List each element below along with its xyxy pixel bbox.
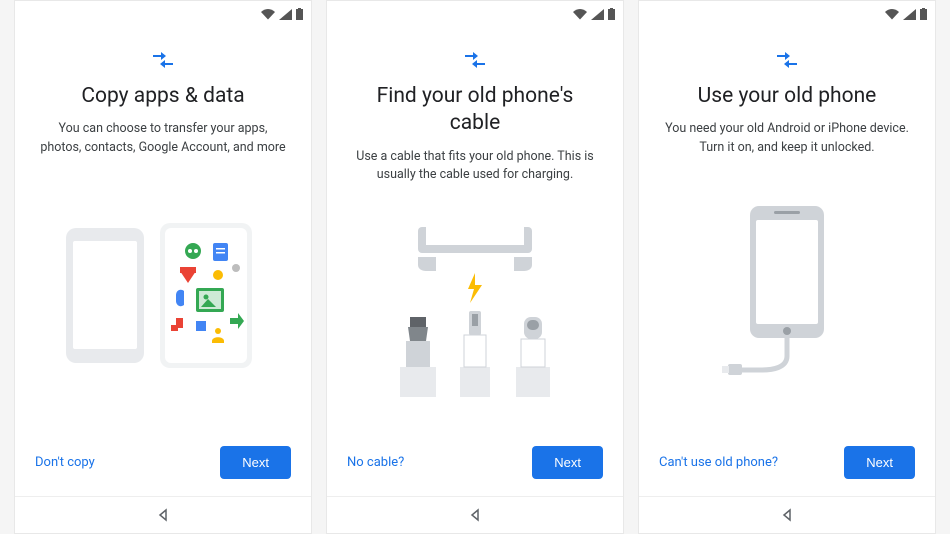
content-area: Copy apps & data You can choose to trans… [15, 23, 311, 429]
illustration-cables [351, 185, 599, 429]
cant-use-phone-link[interactable]: Can't use old phone? [659, 455, 778, 470]
footer-bar: No cable? Next [327, 429, 623, 497]
battery-icon [296, 8, 303, 20]
transfer-arrows-icon [463, 51, 487, 69]
next-button[interactable]: Next [220, 446, 291, 479]
signal-icon [279, 9, 292, 20]
back-nav-icon[interactable] [780, 508, 794, 522]
illustration-phones [39, 158, 287, 429]
signal-icon [903, 9, 916, 20]
footer-bar: Don't copy Next [15, 429, 311, 497]
content-area: Find your old phone's cable Use a cable … [327, 23, 623, 429]
screen-copy-apps: Copy apps & data You can choose to trans… [14, 0, 312, 534]
next-button[interactable]: Next [844, 446, 915, 479]
wifi-icon [261, 9, 275, 20]
back-nav-icon[interactable] [468, 508, 482, 522]
transfer-arrows-icon [151, 51, 175, 69]
nav-bar [327, 497, 623, 533]
page-title: Copy apps & data [81, 83, 244, 110]
footer-bar: Can't use old phone? Next [639, 429, 935, 497]
transfer-arrows-icon [775, 51, 799, 69]
nav-bar [15, 497, 311, 533]
status-bar [327, 1, 623, 23]
nav-bar [639, 497, 935, 533]
battery-icon [608, 8, 615, 20]
dont-copy-link[interactable]: Don't copy [35, 455, 95, 470]
screen-find-cable: Find your old phone's cable Use a cable … [326, 0, 624, 534]
wifi-icon [885, 9, 899, 20]
page-subtitle: Use a cable that fits your old phone. Th… [351, 148, 599, 186]
next-button[interactable]: Next [532, 446, 603, 479]
page-subtitle: You need your old Android or iPhone devi… [663, 120, 911, 158]
battery-icon [920, 8, 927, 20]
page-subtitle: You can choose to transfer your apps, ph… [39, 120, 287, 158]
screen-old-phone: Use your old phone You need your old And… [638, 0, 936, 534]
page-title: Use your old phone [698, 83, 877, 110]
signal-icon [591, 9, 604, 20]
content-area: Use your old phone You need your old And… [639, 23, 935, 429]
page-title: Find your old phone's cable [351, 83, 599, 138]
no-cable-link[interactable]: No cable? [347, 455, 404, 470]
wifi-icon [573, 9, 587, 20]
status-bar [15, 1, 311, 23]
status-bar [639, 1, 935, 23]
illustration-old-phone [663, 158, 911, 429]
back-nav-icon[interactable] [156, 508, 170, 522]
